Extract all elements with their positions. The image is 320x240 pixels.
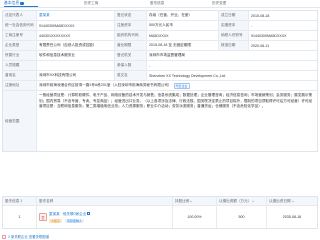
info-row: 所属行业 软件和信息技术服务业 登记机关 深圳市市场监督管理局 — [3, 51, 317, 61]
col-date[interactable]: 认缴出资日期 — [267, 197, 317, 205]
col-amount[interactable]: 认缴出资额（万元） — [217, 197, 267, 205]
external-link-icon — [87, 212, 91, 216]
tab-basic-info[interactable]: 基本信息 — [4, 0, 38, 7]
shareholder-chips: 大股东 实际控制人 — [49, 218, 90, 223]
shareholder-related-link[interactable]: 他关联0家企业 — [63, 212, 87, 216]
address-label: 注册地址 — [3, 81, 37, 90]
company-logo-icon — [2, 235, 6, 240]
reg-capital-label: 注册资本 — [115, 21, 147, 30]
status-value: 存续（在营、开业、在册） — [147, 11, 219, 20]
info-row: 人员规模 参保人数 - — [3, 61, 317, 71]
paid-capital-label: 实缴资本 — [219, 21, 249, 30]
tab-shareholders[interactable]: 股东信息 — [150, 0, 164, 7]
info-row: 法定代表人 童某某 登记状态 存续（在营、开业、在册） 成立日期 2015-08… — [3, 11, 317, 21]
shareholder-name-line: 童某某 他关联0家企业 — [49, 212, 91, 217]
reg-capital-value: 500万元人民币 — [147, 21, 219, 30]
tab-history-business[interactable]: 历史工商 — [84, 0, 98, 7]
founded-value: 2015-08-18 — [249, 11, 317, 20]
credit-code-value: 91440300MA5DXXXX — [37, 21, 115, 30]
shareholder-count: 1 — [20, 199, 23, 203]
top-tab-bar: 基本信息 历史工商 股东信息 历史变更 — [0, 0, 320, 8]
sort-icon — [190, 200, 193, 202]
approval-date-value: 2020-06-11 — [249, 41, 317, 50]
status-label: 登记状态 — [115, 11, 147, 20]
col-date-label: 认缴出资日期 — [269, 198, 291, 203]
staff-size-value — [37, 61, 115, 70]
tab-history-change[interactable]: 历史变更 — [212, 0, 226, 7]
english-name-label: 英文名 — [115, 71, 147, 80]
shareholder-table: 股东信息 1 股东名称 持股比例 认缴出资额（万元） 认缴出资日期 1 童 童某… — [2, 196, 318, 229]
legal-rep-value[interactable]: 童某某 — [37, 11, 115, 20]
company-type-label: 企业类型 — [3, 41, 37, 50]
legal-rep-label: 法定代表人 — [3, 11, 37, 20]
related-companies-note[interactable]: 2 家关联企业 查看关联图谱 — [2, 234, 50, 240]
term-value: 2015-08-18 至 无固定期限 — [147, 41, 219, 50]
address-value: 深圳市前海深港合作区前湾一路1号A栋201室（入驻深圳市前海商务秘书有限公司） — [39, 83, 172, 87]
tax-id-label: 纳税人识别号 — [219, 31, 249, 40]
former-name-value: 深圳市XX科技有限公司 — [37, 71, 115, 80]
avatar: 童 — [39, 213, 47, 221]
address-cell: 深圳市前海深港合作区前湾一路1号A栋201室（入驻深圳市前海商务秘书有限公司） … — [37, 81, 317, 90]
col-shareholder-name: 股东名称 — [37, 197, 173, 205]
info-row: 工商注册号 440301XXXXXXXX 组织机构代码 MA5DXXXX 纳税人… — [3, 31, 317, 41]
tax-id-value: 91440300MA5DXXXX — [249, 31, 317, 40]
reg-no-value: 440301XXXXXXXX — [37, 31, 115, 40]
col-ratio-label: 持股比例 — [175, 198, 190, 203]
major-shareholder-chip: 大股东 — [49, 218, 63, 223]
org-code-value: MA5DXXXX — [147, 31, 219, 40]
staff-size-label: 人员规模 — [3, 61, 37, 70]
tab-basic-info-label: 基本信息 — [4, 1, 20, 5]
reg-no-label: 工商注册号 — [3, 31, 37, 40]
founded-label: 成立日期 — [219, 11, 249, 20]
nearby-companies-tag[interactable]: 附近企业 — [173, 82, 190, 89]
info-row: 统一社会信用代码 91440300MA5DXXXX 注册资本 500万元人民币 … — [3, 21, 317, 31]
paid-capital-value: - — [249, 21, 317, 30]
shareholder-section-label: 股东信息 1 — [3, 197, 37, 205]
col-ratio[interactable]: 持股比例 — [173, 197, 217, 205]
shareholder-name-link[interactable]: 童某某 — [49, 212, 60, 216]
reg-authority-label: 登记机关 — [115, 51, 147, 60]
term-label: 营业期限 — [115, 41, 147, 50]
info-row: 经营范围 一般经营项目是：计算机软硬件、电子产品、网络设备的技术开发与销售；信息… — [3, 91, 317, 151]
col-amount-label: 认缴出资额（万元） — [219, 198, 252, 203]
org-code-label: 组织机构代码 — [115, 31, 147, 40]
amount-value: 500 — [217, 206, 267, 228]
industry-value: 软件和信息技术服务业 — [37, 51, 115, 60]
tab-badge — [20, 1, 25, 5]
shareholder-section-text: 股东信息 — [5, 198, 20, 203]
controller-chip: 实际控制人 — [65, 218, 85, 223]
sort-icon — [291, 200, 294, 202]
insured-label: 参保人数 — [115, 61, 147, 70]
business-info-table: 法定代表人 童某某 登记状态 存续（在营、开业、在册） 成立日期 2015-08… — [2, 10, 318, 152]
info-row: 注册地址 深圳市前海深港合作区前湾一路1号A栋201室（入驻深圳市前海商务秘书有… — [3, 81, 317, 91]
scope-label: 经营范围 — [3, 91, 37, 151]
row-index: 1 — [3, 206, 37, 228]
company-type-value: 有限责任公司（自然人投资或控股） — [37, 41, 115, 50]
former-name-label: 曾用名 — [3, 71, 37, 80]
ratio-value: 100.00% — [173, 206, 217, 228]
info-row: 曾用名 深圳市XX科技有限公司 英文名 Shenzhen XX Technolo… — [3, 71, 317, 81]
shareholder-header-row: 股东信息 1 股东名称 持股比例 认缴出资额（万元） 认缴出资日期 — [3, 197, 317, 206]
sort-icon — [252, 200, 255, 202]
english-name-value: Shenzhen XX Technology Development Co.,L… — [147, 71, 317, 80]
related-companies-text: 2 家关联企业 查看关联图谱 — [8, 235, 50, 239]
scope-value: 一般经营项目是：计算机软硬件、电子产品、网络设备的技术开发与销售；信息系统集成；… — [37, 91, 317, 151]
shareholder-name-cell: 童 童某某 他关联0家企业 大股东 实际控制人 — [37, 206, 173, 228]
table-row: 1 童 童某某 他关联0家企业 大股东 实际控制人 100.00% 500 20… — [3, 206, 317, 228]
reg-authority-value: 深圳市市场监督管理局 — [147, 51, 317, 60]
approval-date-label: 核准日期 — [219, 41, 249, 50]
insured-value: - — [147, 61, 317, 70]
info-row: 企业类型 有限责任公司（自然人投资或控股） 营业期限 2015-08-18 至 … — [3, 41, 317, 51]
credit-code-label: 统一社会信用代码 — [3, 21, 37, 30]
industry-label: 所属行业 — [3, 51, 37, 60]
shareholder-details: 童某某 他关联0家企业 大股东 实际控制人 — [49, 212, 91, 223]
date-value: 2035-08-18 — [267, 206, 317, 228]
